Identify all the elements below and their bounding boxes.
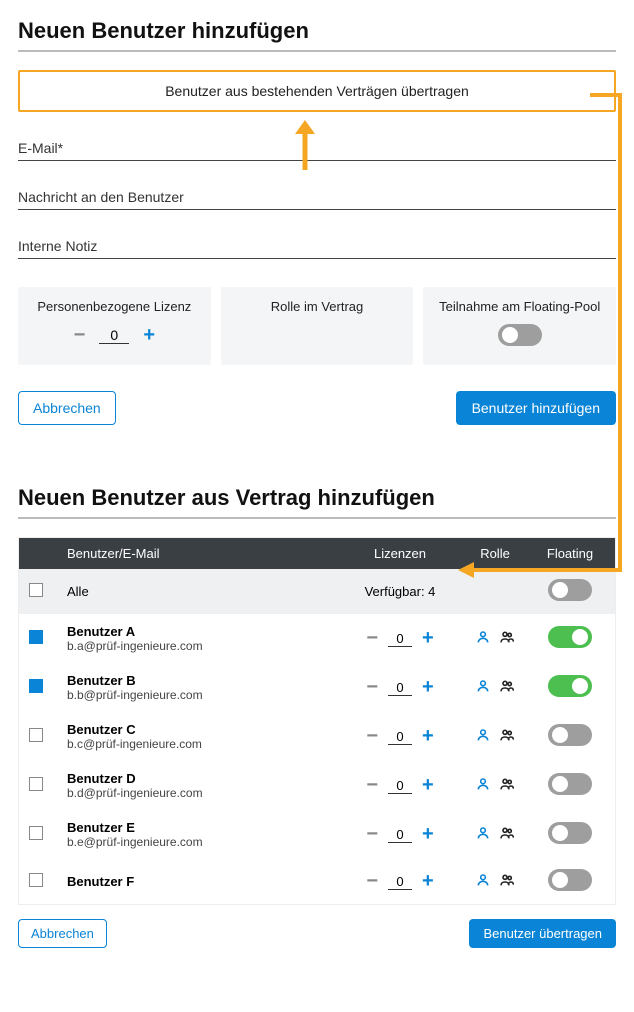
license-stepper: − + xyxy=(28,324,201,347)
floating-card: Teilnahme am Floating-Pool xyxy=(423,287,616,365)
checkbox-all[interactable] xyxy=(29,583,43,597)
cancel-button[interactable]: Abbrechen xyxy=(18,391,116,425)
row-checkbox[interactable] xyxy=(29,728,43,742)
transfer-users-button[interactable]: Benutzer übertragen xyxy=(469,919,616,948)
available-label: Verfügbar: 4 xyxy=(345,584,455,599)
user-email: b.e@prüf-ingenieure.com xyxy=(67,835,345,849)
license-value-input[interactable] xyxy=(99,327,129,344)
role-group-icon[interactable] xyxy=(499,629,515,648)
row-floating-toggle[interactable] xyxy=(548,822,592,844)
row-lic-minus[interactable]: − xyxy=(366,725,378,748)
email-label: E-Mail* xyxy=(18,140,63,156)
table-row: Benutzer Db.d@prüf-ingenieure.com − + xyxy=(19,761,615,810)
role-group-icon[interactable] xyxy=(499,872,515,891)
floating-toggle-all[interactable] xyxy=(548,579,592,601)
internal-note-field[interactable]: Interne Notiz xyxy=(18,238,616,259)
role-card-title: Rolle im Vertrag xyxy=(231,299,404,314)
row-floating-toggle[interactable] xyxy=(548,773,592,795)
row-lic-minus[interactable]: − xyxy=(366,870,378,893)
row-lic-plus[interactable]: + xyxy=(422,823,434,846)
row-lic-input[interactable] xyxy=(388,729,412,745)
table-row: Benutzer Cb.c@prüf-ingenieure.com − + xyxy=(19,712,615,761)
page-title-add-from-contract: Neuen Benutzer aus Vertrag hinzufügen xyxy=(18,485,616,519)
row-checkbox[interactable] xyxy=(29,679,43,693)
message-field[interactable]: Nachricht an den Benutzer xyxy=(18,189,616,210)
role-group-icon[interactable] xyxy=(499,825,515,844)
col-floating-header: Floating xyxy=(535,546,605,561)
row-lic-minus[interactable]: − xyxy=(366,823,378,846)
row-floating-toggle[interactable] xyxy=(548,869,592,891)
user-name: Benutzer A xyxy=(67,624,345,639)
all-label: Alle xyxy=(67,584,345,599)
table-row: Benutzer F − + xyxy=(19,859,615,904)
row-lic-input[interactable] xyxy=(388,874,412,890)
cancel-button-bottom[interactable]: Abbrechen xyxy=(18,919,107,948)
user-email: b.b@prüf-ingenieure.com xyxy=(67,688,345,702)
row-lic-input[interactable] xyxy=(388,631,412,647)
user-name: Benutzer B xyxy=(67,673,345,688)
table-row: Benutzer Eb.e@prüf-ingenieure.com − + xyxy=(19,810,615,859)
email-field[interactable]: E-Mail* xyxy=(18,140,616,161)
row-lic-minus[interactable]: − xyxy=(366,774,378,797)
user-name: Benutzer C xyxy=(67,722,345,737)
role-single-user-icon[interactable] xyxy=(475,678,491,697)
user-email: b.d@prüf-ingenieure.com xyxy=(67,786,345,800)
row-lic-input[interactable] xyxy=(388,680,412,696)
user-email: b.a@prüf-ingenieure.com xyxy=(67,639,345,653)
table-row: Benutzer Bb.b@prüf-ingenieure.com − + xyxy=(19,663,615,712)
role-single-user-icon[interactable] xyxy=(475,872,491,891)
table-header: Benutzer/E-Mail Lizenzen Rolle Floating xyxy=(19,538,615,569)
row-checkbox[interactable] xyxy=(29,777,43,791)
user-email: b.c@prüf-ingenieure.com xyxy=(67,737,345,751)
role-card: Rolle im Vertrag xyxy=(221,287,414,365)
role-single-user-icon[interactable] xyxy=(475,776,491,795)
users-table: Benutzer/E-Mail Lizenzen Rolle Floating … xyxy=(18,537,616,905)
role-group-icon[interactable] xyxy=(499,678,515,697)
row-checkbox[interactable] xyxy=(29,873,43,887)
add-user-button[interactable]: Benutzer hinzufügen xyxy=(456,391,616,425)
license-card-title: Personenbezogene Lizenz xyxy=(28,299,201,314)
license-card: Personenbezogene Lizenz − + xyxy=(18,287,211,365)
col-user-header: Benutzer/E-Mail xyxy=(67,546,345,561)
role-single-user-icon[interactable] xyxy=(475,727,491,746)
col-license-header: Lizenzen xyxy=(345,546,455,561)
role-group-icon[interactable] xyxy=(499,727,515,746)
row-floating-toggle[interactable] xyxy=(548,626,592,648)
row-checkbox[interactable] xyxy=(29,630,43,644)
page-title-add-user: Neuen Benutzer hinzufügen xyxy=(18,18,616,52)
user-name: Benutzer D xyxy=(67,771,345,786)
message-label: Nachricht an den Benutzer xyxy=(18,189,184,205)
floating-toggle[interactable] xyxy=(498,324,542,346)
user-name: Benutzer F xyxy=(67,874,345,889)
row-lic-input[interactable] xyxy=(388,778,412,794)
row-checkbox[interactable] xyxy=(29,826,43,840)
row-floating-toggle[interactable] xyxy=(548,675,592,697)
transfer-from-contracts-button[interactable]: Benutzer aus bestehenden Verträgen übert… xyxy=(18,70,616,112)
row-lic-plus[interactable]: + xyxy=(422,627,434,650)
row-lic-input[interactable] xyxy=(388,827,412,843)
row-lic-plus[interactable]: + xyxy=(422,870,434,893)
role-group-icon[interactable] xyxy=(499,776,515,795)
row-lic-plus[interactable]: + xyxy=(422,676,434,699)
row-lic-minus[interactable]: − xyxy=(366,676,378,699)
internal-note-label: Interne Notiz xyxy=(18,238,97,254)
col-role-header: Rolle xyxy=(455,546,535,561)
table-row-all: Alle Verfügbar: 4 xyxy=(19,569,615,614)
row-lic-plus[interactable]: + xyxy=(422,725,434,748)
role-single-user-icon[interactable] xyxy=(475,825,491,844)
table-row: Benutzer Ab.a@prüf-ingenieure.com − + xyxy=(19,614,615,663)
row-lic-minus[interactable]: − xyxy=(366,627,378,650)
row-lic-plus[interactable]: + xyxy=(422,774,434,797)
floating-card-title: Teilnahme am Floating-Pool xyxy=(433,299,606,314)
role-single-user-icon[interactable] xyxy=(475,629,491,648)
license-plus-button[interactable]: + xyxy=(143,324,155,347)
license-minus-button[interactable]: − xyxy=(74,324,86,347)
user-name: Benutzer E xyxy=(67,820,345,835)
row-floating-toggle[interactable] xyxy=(548,724,592,746)
